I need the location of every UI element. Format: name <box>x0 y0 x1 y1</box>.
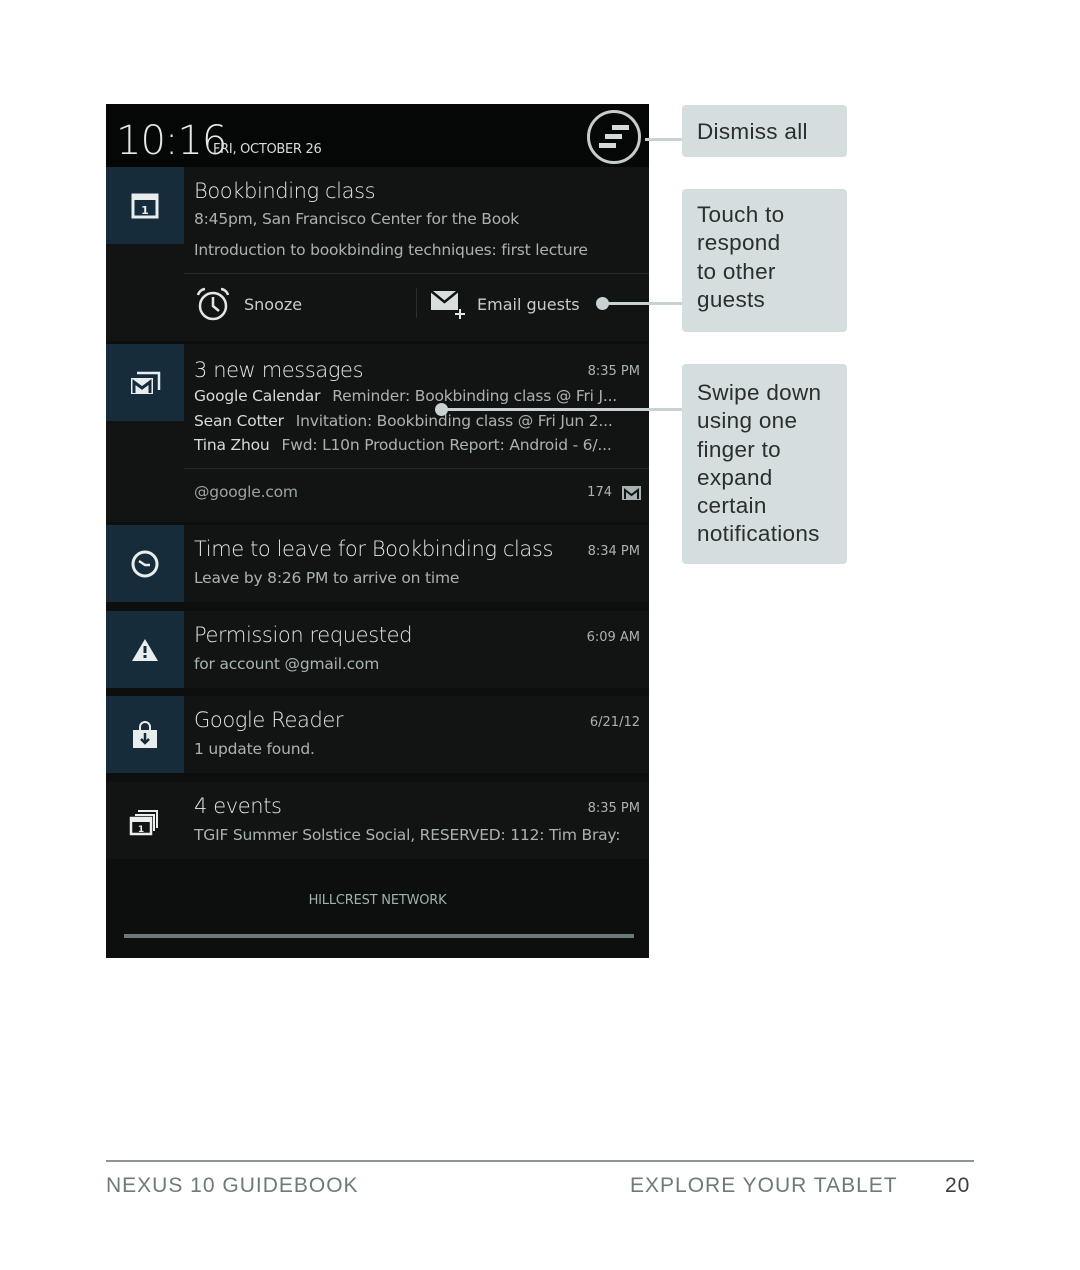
notification-title: 4 events <box>194 794 282 818</box>
callout-touch-respond: Touch to respond to other guests <box>682 189 847 332</box>
notification-icon-tile: 1 <box>106 782 184 859</box>
notification-icon-tile <box>106 611 184 688</box>
message-row[interactable]: Sean Cotter Invitation: Bookbinding class… <box>194 412 613 430</box>
notification-title: Time to leave for Bookbinding class <box>194 537 553 561</box>
dismiss-all-icon-bar <box>599 143 616 148</box>
notification-title: Google Reader <box>194 708 344 732</box>
message-row[interactable]: Tina Zhou Fwd: L10n Production Report: An… <box>194 436 612 454</box>
callout-line: expand <box>697 464 773 490</box>
notification-icon-tile: 1 <box>106 167 184 244</box>
message-sender: Tina Zhou <box>194 436 270 454</box>
email-add-icon <box>430 290 465 319</box>
calendar-stack-icon: 1 <box>129 809 158 835</box>
footer-rule <box>106 1160 974 1162</box>
dismiss-all-icon <box>612 125 629 130</box>
notification-subtitle: Leave by 8:26 PM to arrive on time <box>194 569 460 587</box>
notification-time: 8:34 PM <box>587 544 640 559</box>
shade-header: 10:16 FRI, OCTOBER 26 <box>106 104 649 167</box>
notification-bookbinding-class[interactable]: 1 Bookbinding class 8:45pm, San Francisc… <box>106 167 649 341</box>
callout-leader-email <box>602 302 683 305</box>
callout-line: using one <box>697 408 798 434</box>
notification-time: 8:35 PM <box>587 364 640 379</box>
callout-line: certain <box>697 493 767 519</box>
warning-icon <box>132 638 158 661</box>
notification-shade: 10:16 FRI, OCTOBER 26 1 Bookbinding clas… <box>106 104 649 958</box>
notification-events[interactable]: 1 4 events 8:35 PM TGIF Summer Solstice … <box>106 782 649 859</box>
notification-icon-tile <box>106 696 184 773</box>
message-text: Reminder: Bookbinding class @ Fri J... <box>332 387 618 405</box>
callout-swipe-down: Swipe down using one finger to expand ce… <box>682 364 847 564</box>
callout-line: finger to <box>697 436 781 462</box>
svg-text:1: 1 <box>138 825 144 835</box>
notification-new-messages[interactable]: 3 new messages 8:35 PM Google Calendar Re… <box>106 344 649 522</box>
email-guests-button[interactable]: Email guests <box>430 289 580 319</box>
clock: 10:16 <box>116 118 227 164</box>
calendar-icon: 1 <box>131 193 159 218</box>
footer-book-title: NEXUS 10 GUIDEBOOK <box>106 1174 359 1197</box>
callout-leader-dismiss <box>645 138 683 141</box>
notification-icon-tile <box>106 525 184 602</box>
action-separator <box>416 288 417 318</box>
message-text: Invitation: Bookbinding class @ Fri Jun … <box>295 412 613 430</box>
dismiss-all-button[interactable] <box>587 110 641 164</box>
message-sender: Sean Cotter <box>194 412 284 430</box>
divider <box>184 273 649 274</box>
message-text: Fwd: L10n Production Report: Android - 6… <box>281 436 612 454</box>
snooze-label: Snooze <box>244 294 303 314</box>
notification-time: 6/21/12 <box>589 715 640 730</box>
notification-time: 8:35 PM <box>587 801 640 816</box>
message-sender: Google Calendar <box>194 387 321 405</box>
notification-time-to-leave[interactable]: Time to leave for Bookbinding class 8:34… <box>106 525 649 602</box>
unread-count: 174 <box>587 485 612 500</box>
notification-icon-tile <box>106 344 184 421</box>
notification-subtitle: TGIF Summer Solstice Social, RESERVED: 1… <box>194 826 621 844</box>
callout-leader-swipe <box>441 408 683 411</box>
callout-dismiss-all: Dismiss all <box>682 105 847 157</box>
snooze-button[interactable]: Snooze <box>195 286 302 322</box>
page-number: 20 <box>945 1174 971 1197</box>
notification-google-reader[interactable]: Google Reader 6/21/12 1 update found. <box>106 696 649 773</box>
carrier-label: HILLCREST NETWORK <box>308 893 447 908</box>
account-label: @google.com <box>194 483 298 501</box>
shade-drag-handle[interactable] <box>124 934 634 938</box>
callout-line: Touch to <box>697 202 785 227</box>
notification-time: 6:09 AM <box>586 630 640 645</box>
callout-line: Swipe down <box>697 380 822 405</box>
notification-line2: Introduction to bookbinding techniques: … <box>194 241 588 259</box>
clock-icon <box>131 550 159 577</box>
gmail-icon <box>622 486 641 500</box>
callout-text: Dismiss all <box>697 119 808 144</box>
notification-subtitle: for account @gmail.com <box>194 655 380 673</box>
date: FRI, OCTOBER 26 <box>213 142 322 157</box>
svg-text:1: 1 <box>141 204 149 217</box>
notification-line1: 8:45pm, San Francisco Center for the Boo… <box>194 210 520 228</box>
callout-line: notifications <box>697 521 820 547</box>
divider <box>184 468 649 469</box>
callout-line: respond <box>697 230 781 256</box>
callout-line: to other <box>697 258 776 284</box>
alarm-clock-icon <box>196 287 230 321</box>
footer-section: EXPLORE YOUR TABLET <box>630 1174 898 1197</box>
callout-line: guests <box>697 286 766 312</box>
notification-permission-requested[interactable]: Permission requested 6:09 AM for account… <box>106 611 649 688</box>
message-row[interactable]: Google Calendar Reminder: Bookbinding cla… <box>194 387 617 405</box>
notification-title: 3 new messages <box>194 358 364 382</box>
notification-title: Bookbinding class <box>194 179 376 203</box>
notification-title: Permission requested <box>194 623 413 647</box>
gmail-stack-icon <box>131 371 161 394</box>
dismiss-all-icon-bar <box>605 134 622 139</box>
play-store-download-icon <box>133 720 157 748</box>
notification-subtitle: 1 update found. <box>194 740 315 758</box>
email-guests-label: Email guests <box>477 294 580 314</box>
